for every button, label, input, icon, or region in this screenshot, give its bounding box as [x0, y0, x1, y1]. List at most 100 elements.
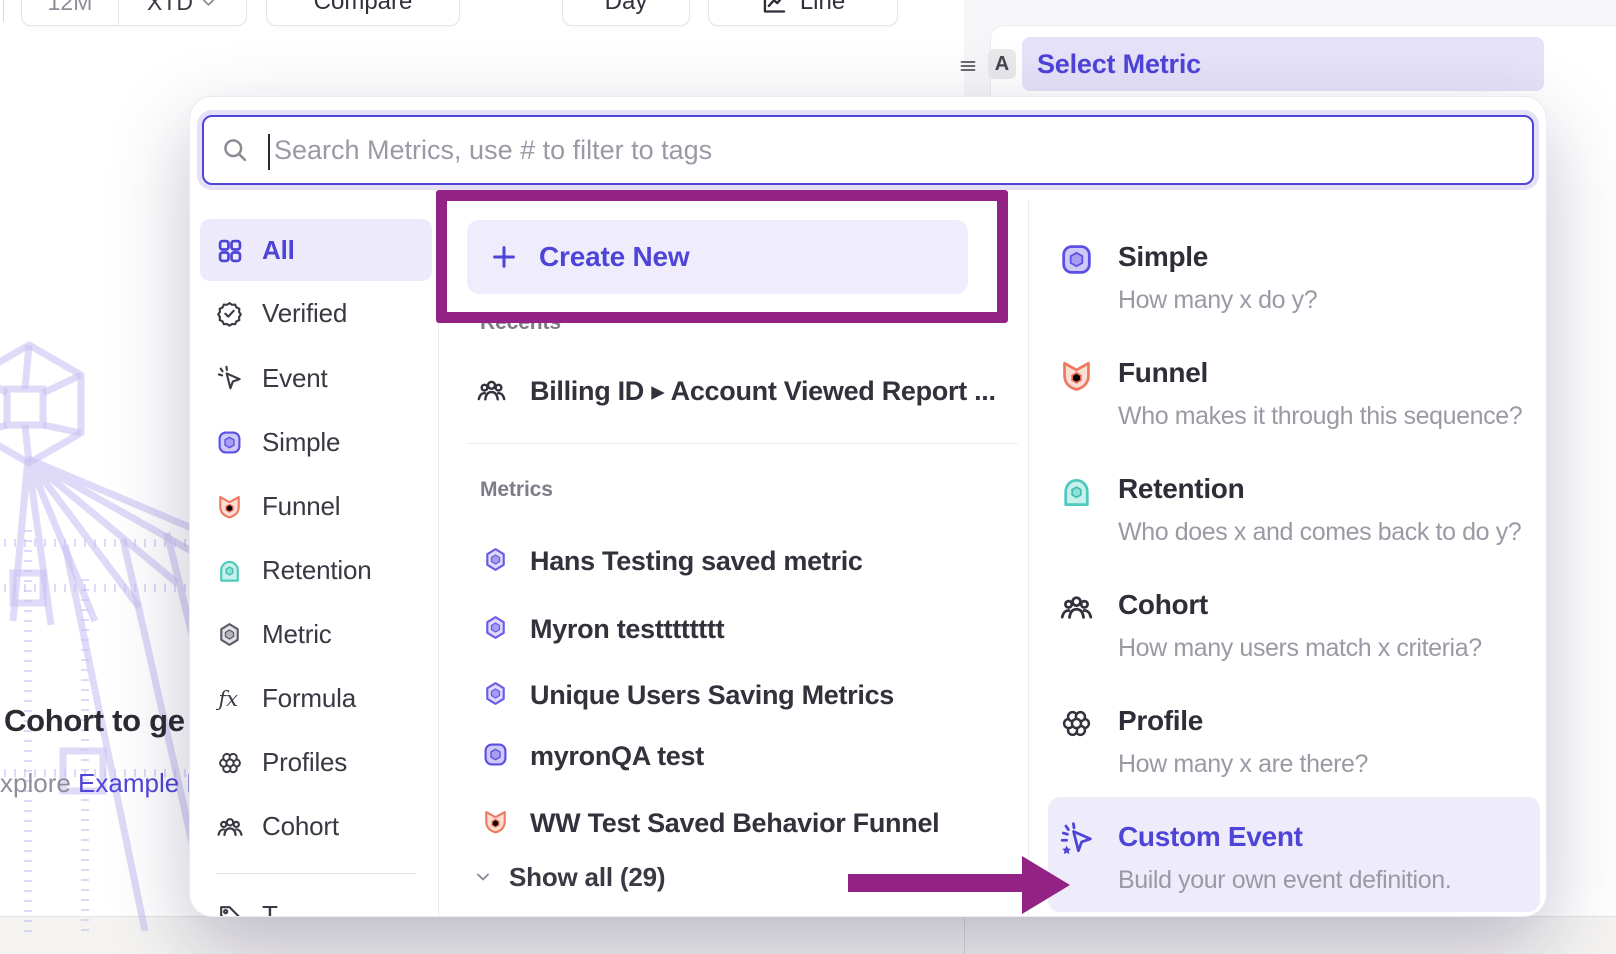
metric-hexagon-icon [216, 621, 243, 648]
sidebar-item-retention[interactable]: Retention [190, 539, 438, 601]
range-xtd-button[interactable]: XTD [119, 0, 246, 25]
sidebar-item-label: Profiles [262, 747, 347, 778]
range-xtd-label: XTD [147, 0, 193, 16]
funnel-icon [482, 808, 509, 835]
metric-search-box[interactable] [202, 115, 1534, 185]
type-description: Who makes it through this sequence? [1118, 396, 1522, 436]
cohort-people-icon [216, 813, 244, 841]
retention-icon [1059, 474, 1094, 509]
recents-metrics-divider [466, 443, 1018, 444]
metric-item-label: Hans Testing saved metric [530, 546, 863, 577]
metric-list-item[interactable]: Hans Testing saved metric [438, 529, 1028, 591]
type-description: Who does x and comes back to do y? [1118, 512, 1521, 552]
search-input[interactable] [274, 117, 1514, 183]
type-title: Retention [1118, 466, 1521, 512]
sidebar-item-label: Event [262, 363, 328, 394]
metric-hexagon-icon [482, 680, 509, 707]
profiles-flower-icon [1059, 706, 1094, 741]
chart-type-line-button[interactable]: Line [708, 0, 898, 26]
sidebar-item-cohort[interactable]: Cohort [190, 795, 438, 857]
explore-text-fragment: xplore [0, 768, 78, 798]
type-description: How many users match x criteria? [1118, 628, 1482, 668]
chart-type-label: Line [800, 0, 845, 16]
recent-item[interactable]: Billing ID ▸ Account Viewed Report ... [438, 359, 1028, 421]
granularity-day-button[interactable]: Day [562, 0, 690, 26]
tag-icon [216, 902, 243, 916]
metric-item-label: myronQA test [530, 741, 704, 772]
type-title: Profile [1118, 698, 1368, 744]
sidebar-item-label: T [262, 900, 278, 916]
simple-icon [216, 429, 243, 456]
type-title: Custom Event [1118, 814, 1451, 860]
sidebar-item-label: Verified [262, 298, 347, 329]
text-cursor [268, 134, 270, 170]
type-title: Simple [1118, 234, 1317, 280]
type-description: How many x are there? [1118, 744, 1368, 784]
simple-icon [482, 741, 509, 768]
cohort-people-icon [1059, 590, 1094, 625]
cohort-people-icon [476, 375, 507, 406]
type-description: How many x do y? [1118, 280, 1317, 320]
sidebar-item-label: Simple [262, 427, 340, 458]
sidebar-item-label: Formula [262, 683, 356, 714]
sidebar-item-metric[interactable]: Metric [190, 603, 438, 665]
metric-hexagon-icon [482, 546, 509, 573]
grid-icon [216, 237, 244, 265]
annotation-arrow [848, 874, 1024, 892]
metric-list-item[interactable]: WW Test Saved Behavior Funnel [438, 791, 1028, 853]
line-chart-icon [761, 0, 788, 16]
metric-item-label: Unique Users Saving Metrics [530, 680, 894, 711]
event-cursor-icon [216, 365, 243, 392]
metric-letter-badge: A [988, 49, 1016, 79]
chevron-down-icon [473, 867, 493, 887]
sidebar-item-label: Cohort [262, 811, 339, 842]
metric-item-label: Myron testttttttt [530, 614, 724, 645]
metric-hexagon-icon [482, 614, 509, 641]
recent-item-label: Billing ID ▸ Account Viewed Report ... [530, 376, 996, 407]
funnel-icon [1059, 358, 1094, 393]
sidebar-item-all[interactable]: All [200, 219, 432, 281]
annotation-arrow-head [1022, 856, 1070, 914]
metric-list-item[interactable]: myronQA test [438, 724, 1028, 786]
sidebar-item-label: Retention [262, 555, 372, 586]
sidebar-item-funnel[interactable]: Funnel [190, 475, 438, 537]
search-icon [221, 136, 249, 164]
sidebar-item-formula[interactable]: Formula [190, 667, 438, 729]
annotation-rectangle [436, 190, 1008, 323]
formula-icon [216, 685, 244, 713]
compare-button[interactable]: Compare [266, 0, 460, 26]
sidebar-item-verified[interactable]: Verified [190, 282, 438, 344]
sidebar-item-label: Metric [262, 619, 332, 650]
types-divider [1028, 200, 1029, 916]
empty-state-wireframe-illustration [0, 333, 200, 953]
date-range-segmented-control[interactable]: 12M XTD [21, 0, 247, 26]
canvas-edge-divider [3, 0, 4, 22]
show-all-toggle[interactable]: Show all (29) [473, 861, 665, 893]
sidebar-item-simple[interactable]: Simple [190, 411, 438, 473]
type-title: Funnel [1118, 350, 1522, 396]
page-footer-strip [0, 916, 1616, 954]
type-description: Build your own event definition. [1118, 860, 1451, 900]
sidebar-item-label: All [262, 235, 295, 266]
panel-divider [964, 916, 965, 954]
show-all-label: Show all (29) [509, 862, 665, 893]
metric-list-item[interactable]: Unique Users Saving Metrics [438, 663, 1028, 725]
example-link-fragment[interactable]: Example R [78, 768, 205, 798]
metrics-heading: Metrics [480, 478, 553, 502]
sidebar-item-label: Funnel [262, 491, 340, 522]
drag-handle-icon[interactable] [956, 54, 980, 78]
select-metric-slot[interactable]: Select Metric [1022, 37, 1544, 91]
sidebar-item-profiles[interactable]: Profiles [190, 731, 438, 793]
verified-icon [216, 300, 243, 327]
metric-list-item[interactable]: Myron testttttttt [438, 597, 1028, 659]
event-spark-icon [1059, 822, 1094, 857]
sidebar-item-event[interactable]: Event [190, 347, 438, 409]
funnel-icon [216, 493, 243, 520]
retention-icon [216, 557, 243, 584]
explore-example-line: xplore Example R [0, 768, 205, 799]
chevron-down-icon [199, 0, 218, 12]
empty-state-headline-fragment: Cohort to ge [4, 703, 185, 739]
range-12m-button[interactable]: 12M [22, 0, 118, 25]
type-title: Cohort [1118, 582, 1482, 628]
sidebar-item-partial[interactable]: T [190, 884, 438, 916]
